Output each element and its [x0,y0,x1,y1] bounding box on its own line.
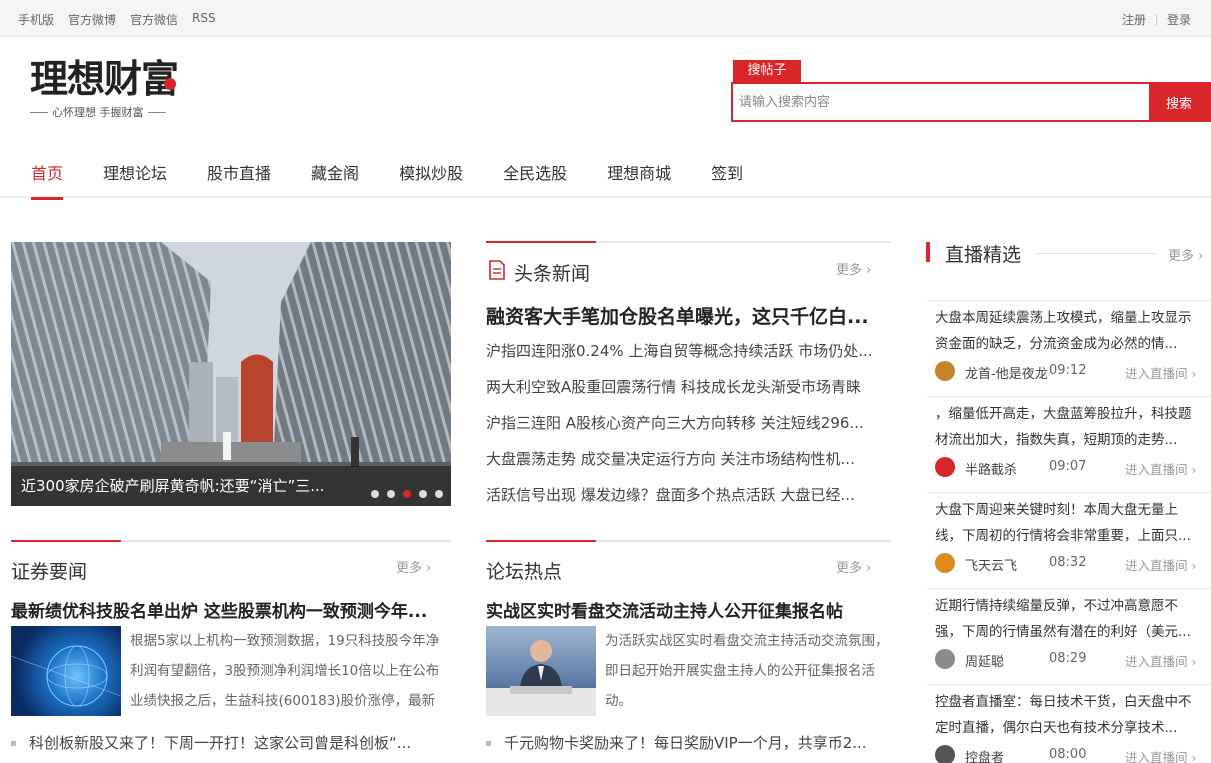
live-item-text[interactable]: 大盘下周迎来关键时刻！本周大盘无量上线，下周初的行情将会非常重要，上面只... [935,497,1195,549]
nav-item-checkin[interactable]: 签到 [711,160,743,198]
divider [1155,13,1157,26]
live-item[interactable]: 近期行情持续缩量反弹，不过冲高意愿不强，下周的行情虽然有潜在的利好（美元... … [926,588,1211,684]
headline-more-link[interactable]: 更多 › [836,259,871,278]
search-input[interactable] [733,84,1149,120]
carousel-dot[interactable] [419,490,427,498]
live-time: 08:00 [1049,747,1087,762]
securities-top-story[interactable]: 最新绩优科技股名单出炉 这些股票机构一致预测今年... [11,597,451,622]
carousel-dots [371,490,443,498]
securities-title: 证券要闻 [11,561,88,583]
avatar [935,649,955,669]
live-author[interactable]: 飞天云飞 [965,555,1017,574]
carousel-dot[interactable] [435,490,443,498]
forum-thumbnail[interactable] [486,626,596,716]
live-item-text[interactable]: ，缩量低开高走，大盘蓝筹股拉升，科技题材流出加大，指数失真，短期顶的走势... [935,401,1195,453]
avatar [935,745,955,763]
live-item[interactable]: 大盘本周延续震荡上攻模式，缩量上攻显示资金面的缺乏，分流资金成为必然的情... … [926,300,1211,396]
live-time: 08:29 [1049,651,1087,666]
forum-title: 论坛热点 [486,561,563,583]
forum-section-rule [486,540,891,542]
carousel-dot-active[interactable] [403,490,411,498]
register-link[interactable]: 注册 [1122,11,1146,28]
search-button[interactable]: 搜索 [1149,84,1209,120]
logo-slogan-text: 心怀理想 手握财富 [52,106,144,119]
avatar [935,553,955,573]
avatar [935,457,955,477]
nav-item-treasure[interactable]: 藏金阁 [311,160,359,198]
account-links: 注册 登录 [1122,11,1191,28]
live-divider [1037,253,1157,254]
securities-section-rule [11,540,451,542]
forum-top-story[interactable]: 实战区实时看盘交流活动主持人公开征集报名帖 [486,597,892,622]
carousel-dot[interactable] [371,490,379,498]
live-author[interactable]: 半路截杀 [965,459,1017,478]
live-time: 09:12 [1049,363,1087,378]
logo-slogan: 心怀理想 手握财富 [30,104,190,120]
weibo-link[interactable]: 官方微博 [68,11,116,28]
headline-item[interactable]: 活跃信号出现 爆发边缘？盘面多个热点活跃 大盘已经... [486,484,892,505]
live-item[interactable]: 大盘下周迎来关键时刻！本周大盘无量上线，下周初的行情将会非常重要，上面只... … [926,492,1211,588]
live-more-link[interactable]: 更多 › [1168,245,1203,264]
forum-more-link[interactable]: 更多 › [836,557,871,576]
avatar [935,361,955,381]
site-logo[interactable]: 理想财富 心怀理想 手握财富 [30,56,190,122]
top-links: 手机版 官方微博 官方微信 RSS [18,11,216,28]
headline-item[interactable]: 沪指四连阳涨0.24% 上海自贸等概念持续活跃 市场仍处... [486,340,892,361]
nav-item-live[interactable]: 股市直播 [207,160,271,198]
live-item[interactable]: ，缩量低开高走，大盘蓝筹股拉升，科技题材流出加大，指数失真，短期顶的走势... … [926,396,1211,492]
live-item[interactable]: 控盘者直播室：每日技术干货，白天盘中不定时直播，偶尔白天也有技术分享技术... … [926,684,1211,763]
nav-item-simulate[interactable]: 模拟炒股 [399,160,463,198]
live-time: 08:32 [1049,555,1087,570]
enter-live-link[interactable]: 进入直播间 › [1125,747,1197,763]
enter-live-link[interactable]: 进入直播间 › [1125,363,1197,382]
securities-thumbnail[interactable] [11,626,121,716]
headline-title: 头条新闻 [514,263,591,285]
live-accent-bar [926,242,930,262]
securities-summary: 根据5家以上机构一致预测数据，19只科技股今年净利润有望翻倍，3股预测净利润增长… [130,633,440,709]
image-carousel[interactable]: 近300家房企破产刷屏黄奇帆:还要“消亡”三... [11,242,451,506]
live-title: 直播精选 [945,244,1022,266]
search-box: 搜索 [731,82,1211,122]
carousel-caption[interactable]: 近300家房企破产刷屏黄奇帆:还要“消亡”三... [11,466,451,506]
logo-dot-icon [164,78,177,90]
nav-item-home[interactable]: 首页 [31,160,64,200]
nav-item-forum[interactable]: 理想论坛 [103,160,167,198]
live-author[interactable]: 控盘者 [965,747,1004,763]
enter-live-link[interactable]: 进入直播间 › [1125,459,1197,478]
rss-link[interactable]: RSS [192,11,216,28]
headline-item[interactable]: 大盘震荡走势 成交量决定运行方向 关注市场结构性机... [486,448,892,469]
logo-text: 理想财富 [30,56,179,101]
forum-list-item[interactable]: 千元购物卡奖励来了！每日奖励VIP一个月，共享币2... [486,732,891,753]
logo-wordmark: 理想财富 [30,56,190,102]
wechat-link[interactable]: 官方微信 [130,11,178,28]
login-link[interactable]: 登录 [1167,11,1191,28]
forum-summary: 为活跃实战区实时看盘交流主持活动交流氛围，即日起开始开展实盘主持人的公开征集报名… [605,633,889,709]
document-icon [489,260,505,280]
live-time: 09:07 [1049,459,1087,474]
top-bar: 手机版 官方微博 官方微信 RSS 注册 登录 [0,0,1211,37]
headline-item[interactable]: 两大利空致A股重回震荡行情 科技成长龙头渐受市场青睐 [486,376,892,397]
main-nav: 首页 理想论坛 股市直播 藏金阁 模拟炒股 全民选股 理想商城 签到 [0,150,1211,200]
enter-live-link[interactable]: 进入直播间 › [1125,651,1197,670]
search-tab-posts[interactable]: 搜帖子 [733,60,801,82]
securities-more-link[interactable]: 更多 › [396,557,431,576]
headline-item[interactable]: 沪指三连阳 A股核心资产向三大方向转移 关注短线296... [486,412,892,433]
mobile-link[interactable]: 手机版 [18,11,54,28]
live-item-text[interactable]: 近期行情持续缩量反弹，不过冲高意愿不强，下周的行情虽然有潜在的利好（美元... [935,593,1195,645]
carousel-dot[interactable] [387,490,395,498]
nav-item-mall[interactable]: 理想商城 [607,160,671,198]
headline-top-story[interactable]: 融资客大手笔加仓股名单曝光，这只千亿白... [486,302,892,329]
live-author[interactable]: 周延聪 [965,651,1004,670]
enter-live-link[interactable]: 进入直播间 › [1125,555,1197,574]
nav-item-stock-pick[interactable]: 全民选股 [503,160,567,198]
live-author[interactable]: 龙首-他是夜龙 [965,363,1048,382]
live-item-text[interactable]: 控盘者直播室：每日技术干货，白天盘中不定时直播，偶尔白天也有技术分享技术... [935,689,1195,741]
live-item-text[interactable]: 大盘本周延续震荡上攻模式，缩量上攻显示资金面的缺乏，分流资金成为必然的情... [935,305,1195,357]
headline-section-rule [486,241,891,243]
securities-list-item[interactable]: 科创板新股又来了！下周一开打！这家公司曾是科创板“... [11,732,451,753]
